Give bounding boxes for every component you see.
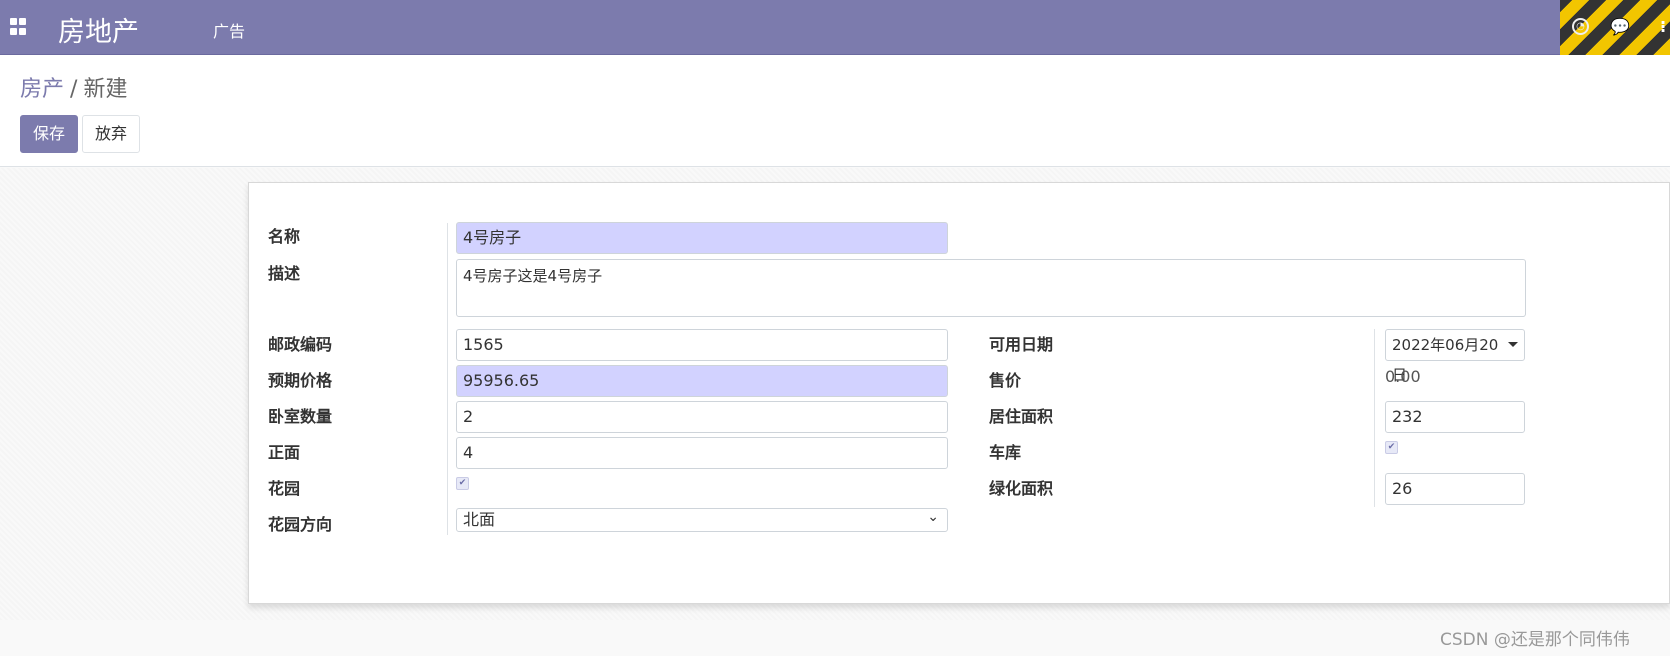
- name-field[interactable]: 4号房子: [456, 222, 948, 254]
- app-title[interactable]: 房地产: [58, 10, 139, 49]
- garage-checkbox[interactable]: ✔: [1385, 441, 1398, 454]
- date-availability-field[interactable]: 2022年06月20日: [1385, 329, 1525, 384]
- postcode-label: 邮政编码: [268, 335, 333, 354]
- bedrooms-label: 卧室数量: [268, 407, 333, 426]
- garage-label: 车库: [989, 443, 1022, 462]
- garden-area-label: 绿化面积: [989, 479, 1054, 498]
- chevron-down-icon: ⌄: [927, 509, 939, 525]
- breadcrumb: 房产 / 新建: [20, 71, 127, 103]
- expected-price-field[interactable]: 95956.65: [456, 365, 948, 397]
- watermark: CSDN @还是那个同伟伟: [1440, 630, 1630, 650]
- chat-icon[interactable]: 💬: [1610, 18, 1630, 36]
- top-navbar: 房地产 广告 ◔ 💬 ⁝: [0, 0, 1670, 55]
- breadcrumb-separator: /: [70, 77, 78, 102]
- living-area-field[interactable]: 232: [1385, 401, 1525, 433]
- selling-price-value: 0.00: [1385, 367, 1421, 386]
- facades-label: 正面: [268, 443, 301, 462]
- more-icon[interactable]: ⁝: [1654, 18, 1670, 36]
- garden-label: 花园: [268, 479, 301, 498]
- caret-down-icon: [1508, 342, 1518, 347]
- control-panel: 房产 / 新建 保存 放弃: [0, 55, 1670, 167]
- expected-price-label: 预期价格: [268, 371, 333, 390]
- bedrooms-field[interactable]: 2: [456, 401, 948, 433]
- form-sheet: 名称 4号房子 描述 4号房子这是4号房子 邮政编码 1565 预期价格 959…: [248, 182, 1670, 604]
- label-separator: [447, 223, 448, 535]
- apps-menu-icon[interactable]: [10, 18, 28, 36]
- garden-checkbox[interactable]: ✔: [456, 477, 469, 490]
- discard-button[interactable]: 放弃: [82, 115, 140, 153]
- living-area-label: 居住面积: [989, 407, 1054, 426]
- facades-field[interactable]: 4: [456, 437, 948, 469]
- menu-item-ads[interactable]: 广告: [213, 18, 245, 42]
- garden-area-field[interactable]: 26: [1385, 473, 1525, 505]
- description-label: 描述: [268, 264, 301, 283]
- breadcrumb-parent[interactable]: 房产: [20, 77, 64, 102]
- clock-icon[interactable]: ◔: [1572, 18, 1589, 35]
- save-button[interactable]: 保存: [20, 115, 78, 153]
- garden-orientation-value: 北面: [463, 510, 496, 529]
- garden-orientation-label: 花园方向: [268, 515, 333, 534]
- postcode-field[interactable]: 1565: [456, 329, 948, 361]
- garden-orientation-select[interactable]: 北面 ⌄: [456, 508, 948, 532]
- description-field[interactable]: 4号房子这是4号房子: [456, 259, 1526, 317]
- selling-price-label: 售价: [989, 371, 1022, 390]
- right-label-separator: [1374, 329, 1375, 507]
- date-availability-label: 可用日期: [989, 335, 1054, 354]
- breadcrumb-current: 新建: [83, 77, 128, 102]
- name-label: 名称: [268, 227, 301, 246]
